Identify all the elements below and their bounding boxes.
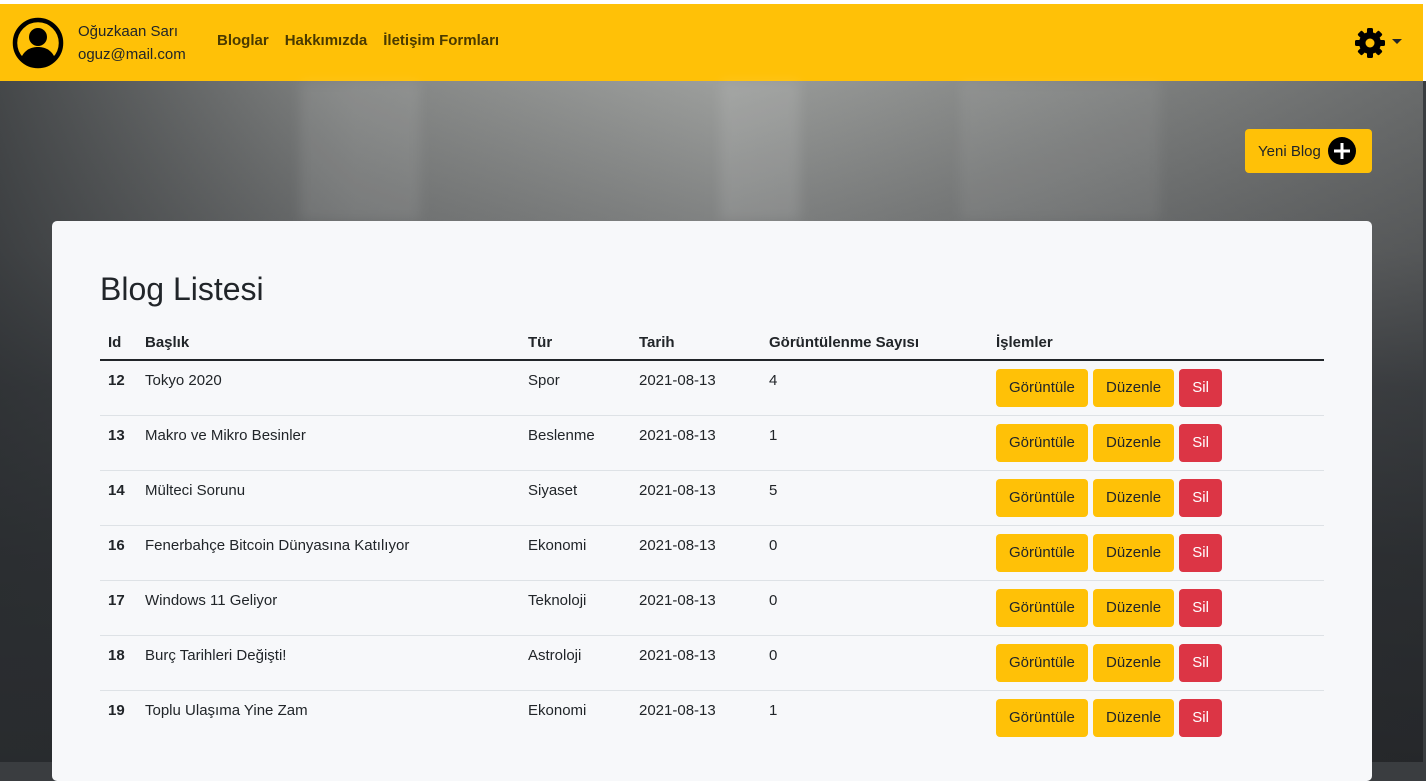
row-title: Makro ve Mikro Besinler <box>145 426 306 444</box>
chevron-down-icon[interactable] <box>1392 39 1402 44</box>
delete-button[interactable]: Sil <box>1179 478 1222 517</box>
col-id: Id <box>100 325 137 361</box>
row-type: Ekonomi <box>528 701 587 719</box>
row-title: Windows 11 Geliyor <box>145 591 278 609</box>
row-title: Tokyo 2020 <box>145 372 222 389</box>
row-type: Spor <box>528 372 560 389</box>
user-email: oguz@mail.com <box>78 46 186 63</box>
user-info: Oğuzkaan Sarı oguz@mail.com <box>78 20 186 66</box>
user-avatar-icon[interactable] <box>12 17 64 69</box>
edit-button[interactable]: Düzenle <box>1093 588 1175 627</box>
delete-button[interactable]: Sil <box>1179 643 1222 682</box>
row-views: 0 <box>769 591 778 609</box>
row-type: Siyaset <box>528 481 578 499</box>
new-blog-label: Yeni Blog <box>1258 142 1321 160</box>
gear-icon[interactable] <box>1353 26 1387 60</box>
edit-button[interactable]: Düzenle <box>1093 478 1175 517</box>
table-row: 18 Burç Tarihleri Değişti! Astroloji 202… <box>100 634 1324 690</box>
table-row: 16 Fenerbahçe Bitcoin Dünyasına Katılıyo… <box>100 524 1324 580</box>
view-button[interactable]: Görüntüle <box>996 533 1088 572</box>
navbar: Oğuzkaan Sarı oguz@mail.com Bloglar Hakk… <box>0 4 1426 81</box>
row-date: 2021-08-13 <box>639 536 716 554</box>
col-title: Başlık <box>137 325 520 361</box>
row-date: 2021-08-13 <box>639 481 716 499</box>
edit-button[interactable]: Düzenle <box>1093 423 1175 462</box>
delete-button[interactable]: Sil <box>1179 369 1222 407</box>
view-button[interactable]: Görüntüle <box>996 643 1088 682</box>
table-row: 14 Mülteci Sorunu Siyaset 2021-08-13 5 G… <box>100 469 1324 525</box>
row-views: 5 <box>769 481 778 499</box>
edit-button[interactable]: Düzenle <box>1093 698 1175 737</box>
nav-link-iletisim-formlari[interactable]: İletişim Formları <box>383 32 499 49</box>
view-button[interactable]: Görüntüle <box>996 698 1088 737</box>
view-button[interactable]: Görüntüle <box>996 369 1088 407</box>
table-row: 17 Windows 11 Geliyor Teknoloji 2021-08-… <box>100 579 1324 635</box>
row-id: 19 <box>108 701 125 719</box>
edit-button[interactable]: Düzenle <box>1093 643 1175 682</box>
row-id: 13 <box>108 426 125 444</box>
blog-list-card: Blog Listesi Id Başlık Tür Tarih Görüntü… <box>52 221 1372 781</box>
row-title: Burç Tarihleri Değişti! <box>145 646 287 664</box>
row-date: 2021-08-13 <box>639 646 716 664</box>
row-type: Astroloji <box>528 646 582 664</box>
col-views: Görüntülenme Sayısı <box>761 325 988 361</box>
row-views: 1 <box>769 426 778 444</box>
row-views: 1 <box>769 701 778 719</box>
delete-button[interactable]: Sil <box>1179 423 1222 462</box>
table-row: 13 Makro ve Mikro Besinler Beslenme 2021… <box>100 414 1324 470</box>
delete-button[interactable]: Sil <box>1179 588 1222 627</box>
col-type: Tür <box>520 325 631 361</box>
new-blog-button[interactable]: Yeni Blog <box>1245 129 1372 173</box>
row-title: Fenerbahçe Bitcoin Dünyasına Katılıyor <box>145 536 410 554</box>
row-date: 2021-08-13 <box>639 591 716 609</box>
page-title: Blog Listesi <box>100 271 264 307</box>
nav-link-bloglar[interactable]: Bloglar <box>217 32 269 49</box>
row-date: 2021-08-13 <box>639 701 716 719</box>
edit-button[interactable]: Düzenle <box>1093 533 1175 572</box>
view-button[interactable]: Görüntüle <box>996 588 1088 627</box>
view-button[interactable]: Görüntüle <box>996 423 1088 462</box>
row-views: 0 <box>769 536 778 554</box>
row-views: 4 <box>769 372 778 389</box>
row-id: 12 <box>108 372 125 389</box>
nav-links: Bloglar Hakkımızda İletişim Formları <box>217 32 499 49</box>
table-row: 19 Toplu Ulaşıma Yine Zam Ekonomi 2021-0… <box>100 689 1324 745</box>
row-id: 18 <box>108 646 125 664</box>
col-actions: İşlemler <box>988 325 1324 361</box>
delete-button[interactable]: Sil <box>1179 698 1222 737</box>
row-date: 2021-08-13 <box>639 372 716 389</box>
delete-button[interactable]: Sil <box>1179 533 1222 572</box>
row-id: 17 <box>108 591 125 609</box>
row-date: 2021-08-13 <box>639 426 716 444</box>
table-row: 12 Tokyo 2020 Spor 2021-08-13 4 Görüntül… <box>100 359 1324 415</box>
row-type: Teknoloji <box>528 591 587 609</box>
row-id: 16 <box>108 536 125 554</box>
blog-table: Id Başlık Tür Tarih Görüntülenme Sayısı … <box>100 325 1324 745</box>
user-name: Oğuzkaan Sarı <box>78 23 179 40</box>
row-id: 14 <box>108 481 125 499</box>
row-type: Ekonomi <box>528 536 587 554</box>
col-date: Tarih <box>631 325 761 361</box>
row-title: Toplu Ulaşıma Yine Zam <box>145 701 308 719</box>
row-views: 0 <box>769 646 778 664</box>
nav-link-hakkimizda[interactable]: Hakkımızda <box>285 32 368 49</box>
row-title: Mülteci Sorunu <box>145 481 246 499</box>
view-button[interactable]: Görüntüle <box>996 478 1088 517</box>
plus-circle-icon <box>1327 137 1356 165</box>
row-type: Beslenme <box>528 426 595 444</box>
table-header-row: Id Başlık Tür Tarih Görüntülenme Sayısı … <box>100 325 1324 361</box>
edit-button[interactable]: Düzenle <box>1093 369 1175 407</box>
